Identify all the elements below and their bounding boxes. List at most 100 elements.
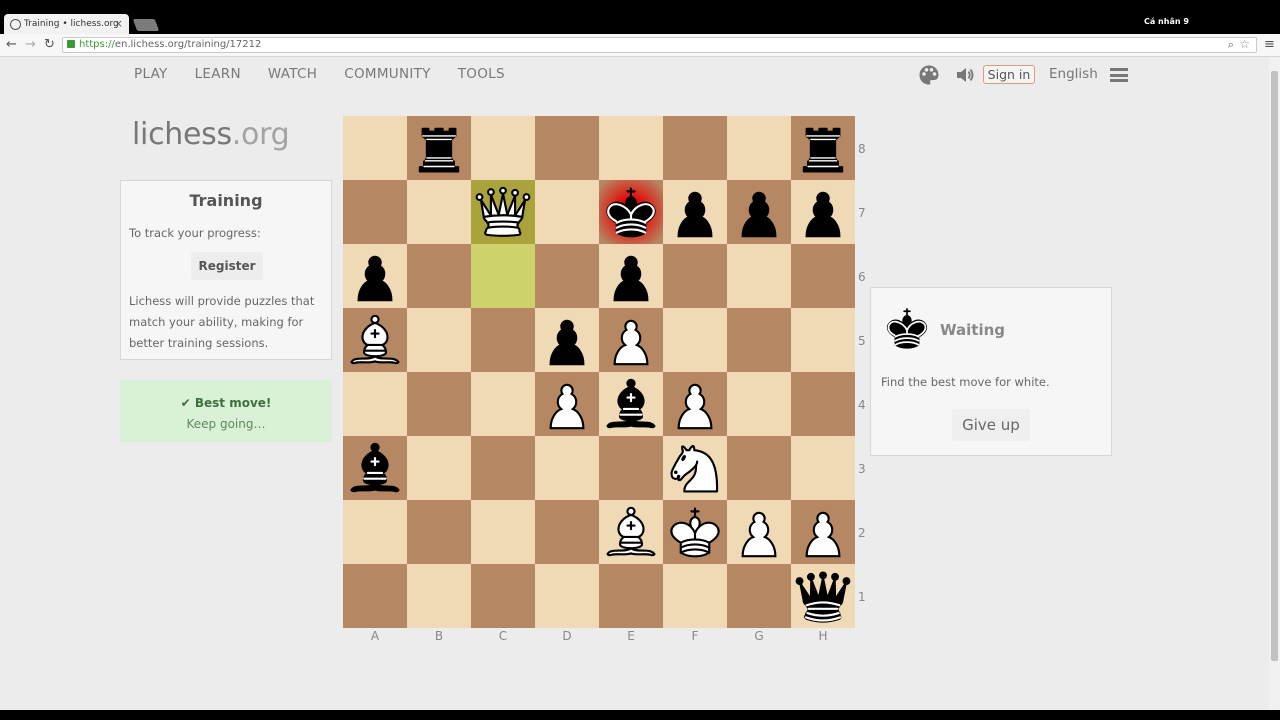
square-b1[interactable] <box>407 564 471 628</box>
square-e2[interactable] <box>599 500 663 564</box>
square-h6[interactable] <box>791 244 855 308</box>
square-b3[interactable] <box>407 436 471 500</box>
square-h7[interactable] <box>791 180 855 244</box>
square-b5[interactable] <box>407 308 471 372</box>
black-king-icon[interactable] <box>599 180 663 244</box>
black-pawn-icon[interactable] <box>727 180 791 244</box>
square-d8[interactable] <box>535 116 599 180</box>
square-b4[interactable] <box>407 372 471 436</box>
back-arrow-icon[interactable]: ← <box>6 36 17 54</box>
square-c4[interactable] <box>471 372 535 436</box>
speaker-icon[interactable] <box>955 66 975 84</box>
square-b2[interactable] <box>407 500 471 564</box>
nav-play[interactable]: PLAY <box>134 66 168 82</box>
square-a8[interactable] <box>343 116 407 180</box>
register-button[interactable]: Register <box>191 252 263 280</box>
square-d4[interactable] <box>535 372 599 436</box>
square-g4[interactable] <box>727 372 791 436</box>
square-a5[interactable] <box>343 308 407 372</box>
square-h4[interactable] <box>791 372 855 436</box>
sign-in-button[interactable]: Sign in <box>983 65 1035 84</box>
square-g1[interactable] <box>727 564 791 628</box>
square-c8[interactable] <box>471 116 535 180</box>
new-tab-button[interactable] <box>132 19 160 31</box>
square-f5[interactable] <box>663 308 727 372</box>
hamburger-menu-icon[interactable] <box>1110 68 1128 82</box>
nav-watch[interactable]: WATCH <box>268 66 317 82</box>
square-d2[interactable] <box>535 500 599 564</box>
bookmark-star-icon[interactable]: ☆ <box>1239 37 1250 51</box>
browser-profile-name[interactable]: Cá nhân 9 <box>1144 17 1189 26</box>
black-pawn-icon[interactable] <box>599 244 663 308</box>
square-f2[interactable] <box>663 500 727 564</box>
square-e4[interactable] <box>599 372 663 436</box>
square-c1[interactable] <box>471 564 535 628</box>
square-b7[interactable] <box>407 180 471 244</box>
square-b6[interactable] <box>407 244 471 308</box>
square-h5[interactable] <box>791 308 855 372</box>
square-f4[interactable] <box>663 372 727 436</box>
square-e8[interactable] <box>599 116 663 180</box>
page-scrollbar[interactable] <box>1269 57 1280 710</box>
palette-icon[interactable] <box>918 64 940 86</box>
square-e6[interactable] <box>599 244 663 308</box>
white-pawn-icon[interactable] <box>599 308 663 372</box>
square-f1[interactable] <box>663 564 727 628</box>
black-bishop-icon[interactable] <box>343 436 407 500</box>
tab-close-icon[interactable]: × <box>114 17 123 30</box>
browser-menu-icon[interactable]: ≡ <box>1264 36 1275 54</box>
square-g8[interactable] <box>727 116 791 180</box>
black-pawn-icon[interactable] <box>663 180 727 244</box>
square-a6[interactable] <box>343 244 407 308</box>
black-pawn-icon[interactable] <box>791 180 855 244</box>
square-a7[interactable] <box>343 180 407 244</box>
square-g6[interactable] <box>727 244 791 308</box>
nav-learn[interactable]: LEARN <box>195 66 241 82</box>
square-h3[interactable] <box>791 436 855 500</box>
white-pawn-icon[interactable] <box>663 372 727 436</box>
black-rook-icon[interactable] <box>407 116 471 180</box>
black-rook-icon[interactable] <box>791 116 855 180</box>
nav-tools[interactable]: TOOLS <box>458 66 505 82</box>
square-f3[interactable] <box>663 436 727 500</box>
square-e1[interactable] <box>599 564 663 628</box>
white-bishop-icon[interactable] <box>343 308 407 372</box>
square-d6[interactable] <box>535 244 599 308</box>
square-c2[interactable] <box>471 500 535 564</box>
square-h1[interactable] <box>791 564 855 628</box>
square-g3[interactable] <box>727 436 791 500</box>
black-bishop-icon[interactable] <box>599 372 663 436</box>
square-b8[interactable] <box>407 116 471 180</box>
square-a2[interactable] <box>343 500 407 564</box>
forward-arrow-icon[interactable]: → <box>25 36 36 54</box>
square-e3[interactable] <box>599 436 663 500</box>
square-a3[interactable] <box>343 436 407 500</box>
square-c3[interactable] <box>471 436 535 500</box>
language-selector[interactable]: English <box>1049 66 1098 82</box>
white-queen-icon[interactable] <box>471 180 535 244</box>
square-f8[interactable] <box>663 116 727 180</box>
black-pawn-icon[interactable] <box>535 308 599 372</box>
white-knight-icon[interactable] <box>663 436 727 500</box>
chess-board[interactable] <box>343 116 855 628</box>
black-pawn-icon[interactable] <box>343 244 407 308</box>
square-e5[interactable] <box>599 308 663 372</box>
square-a1[interactable] <box>343 564 407 628</box>
square-g5[interactable] <box>727 308 791 372</box>
zoom-icon[interactable]: ⌕ <box>1228 38 1234 52</box>
square-f6[interactable] <box>663 244 727 308</box>
square-e7[interactable] <box>599 180 663 244</box>
site-logo[interactable]: lichess.org <box>132 117 290 152</box>
square-g7[interactable] <box>727 180 791 244</box>
square-f7[interactable] <box>663 180 727 244</box>
square-d5[interactable] <box>535 308 599 372</box>
white-bishop-icon[interactable] <box>599 500 663 564</box>
square-h8[interactable] <box>791 116 855 180</box>
white-pawn-icon[interactable] <box>727 500 791 564</box>
square-d7[interactable] <box>535 180 599 244</box>
square-c6[interactable] <box>471 244 535 308</box>
reload-icon[interactable]: ↻ <box>44 36 55 54</box>
give-up-button[interactable]: Give up <box>952 409 1030 441</box>
square-c7[interactable] <box>471 180 535 244</box>
white-pawn-icon[interactable] <box>535 372 599 436</box>
